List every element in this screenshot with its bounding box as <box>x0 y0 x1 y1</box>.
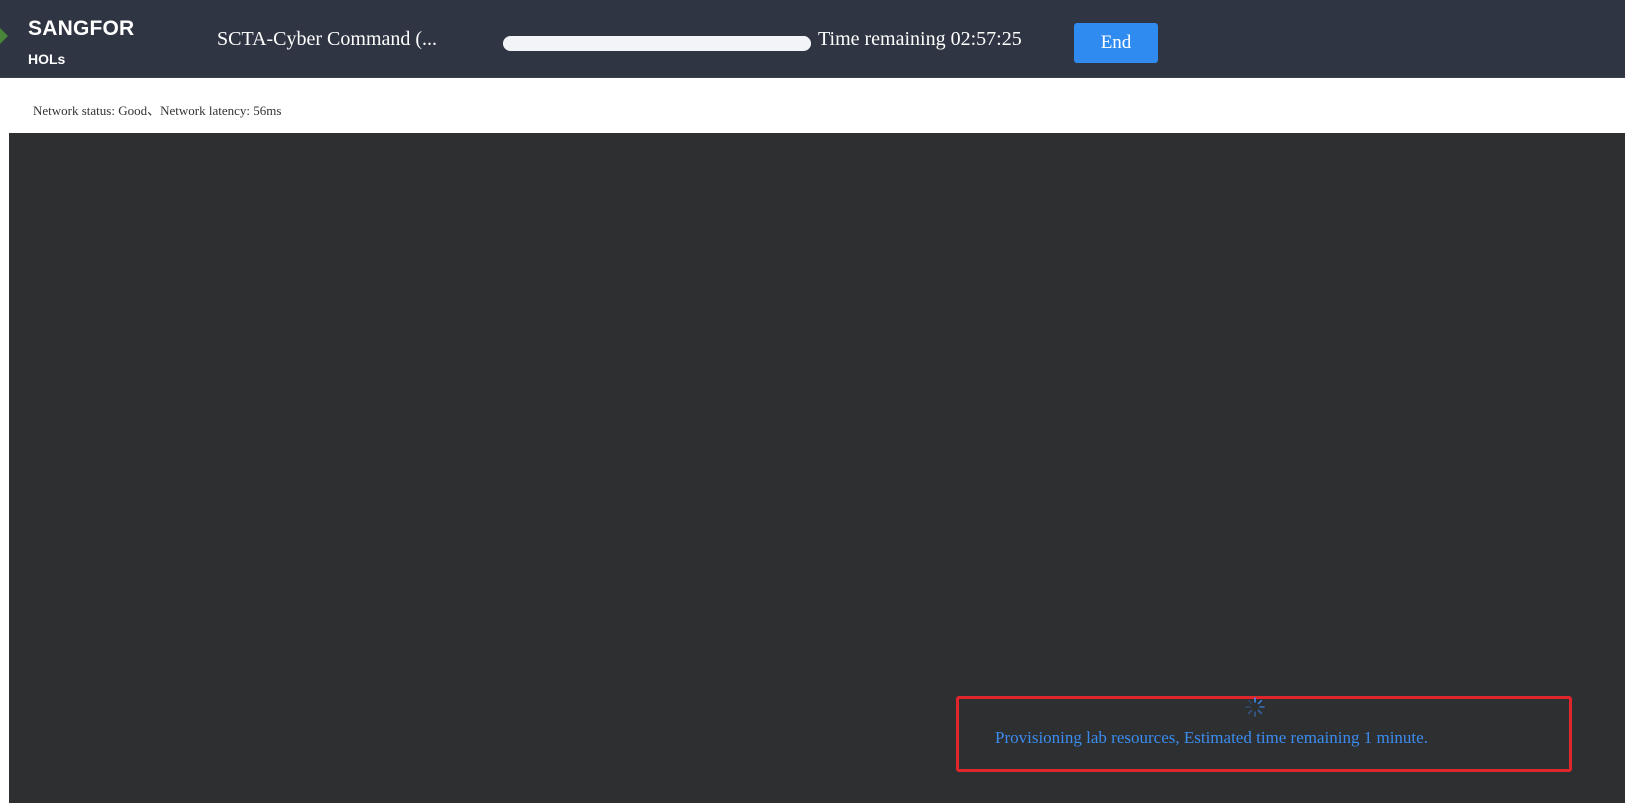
provisioning-message: Provisioning lab resources, Estimated ti… <box>995 728 1428 747</box>
top-bar: SANGFOR HOLs SCTA-Cyber Command (... Tim… <box>0 0 1625 78</box>
progress-bar <box>503 36 811 51</box>
left-edge <box>0 133 9 803</box>
time-remaining: Time remaining 02:57:25 <box>818 28 1022 50</box>
logo-subtitle: HOLs <box>28 51 66 67</box>
logo-icon <box>0 20 8 52</box>
loading-spinner-icon <box>1245 697 1265 717</box>
network-status-text: Network status: Good、Network latency: 56… <box>33 103 282 118</box>
lab-title[interactable]: SCTA-Cyber Command (... <box>217 29 437 49</box>
logo-title: SANGFOR <box>28 17 135 40</box>
network-status-bar: Network status: Good、Network latency: 56… <box>0 78 1625 132</box>
progress-fill <box>503 36 811 51</box>
end-button[interactable]: End <box>1074 23 1158 63</box>
